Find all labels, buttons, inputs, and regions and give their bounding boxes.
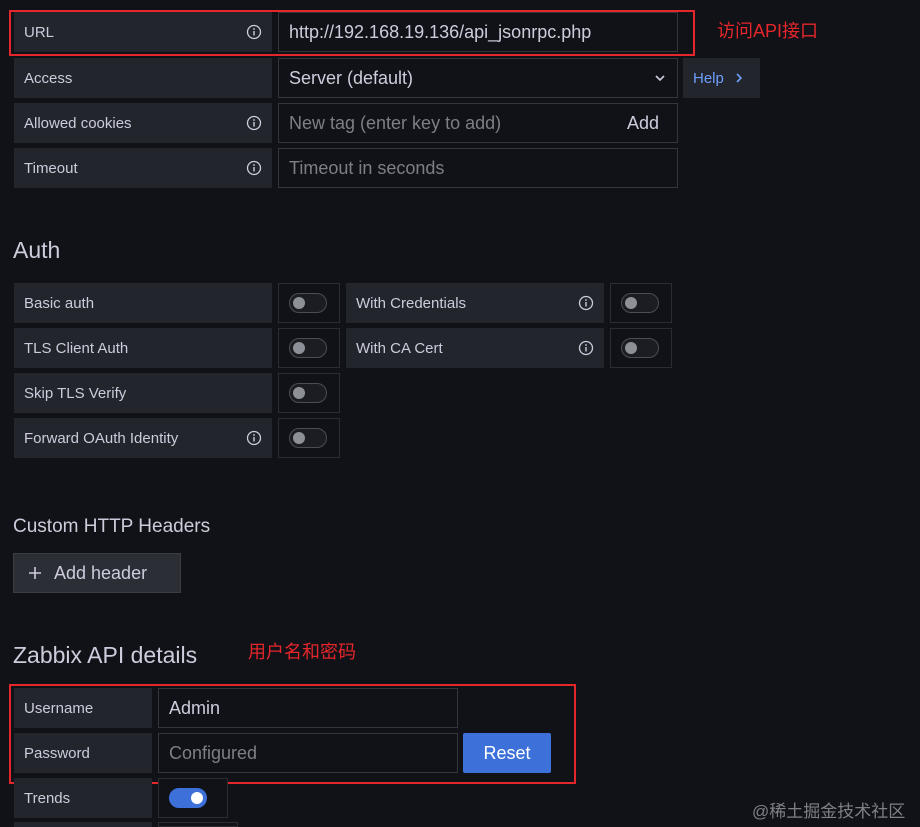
skip-tls-verify-toggle-container (278, 373, 340, 413)
custom-headers-heading: Custom HTTP Headers (13, 516, 211, 537)
info-icon[interactable] (578, 340, 594, 356)
with-ca-cert-toggle[interactable] (621, 338, 659, 358)
toggle-knob (293, 342, 305, 354)
zabbix-api-heading: Zabbix API details (13, 642, 198, 668)
trends-toggle-container (158, 778, 228, 818)
toggle-knob (191, 792, 203, 804)
allowed-cookies-label: Allowed cookies (14, 103, 272, 143)
timeout-label: Timeout (14, 148, 272, 188)
url-annotation: 访问API接口 (717, 21, 819, 41)
skip-tls-verify-label: Skip TLS Verify (14, 373, 272, 413)
url-highlight-box (9, 10, 695, 56)
info-icon[interactable] (578, 295, 594, 311)
toggle-knob (625, 342, 637, 354)
tls-client-auth-label: TLS Client Auth (14, 328, 272, 368)
next-row-field-partial (158, 822, 238, 827)
skip-tls-verify-toggle[interactable] (289, 383, 327, 403)
add-header-button[interactable]: Add header (13, 553, 181, 593)
credentials-annotation: 用户名和密码 (248, 642, 356, 662)
auth-heading: Auth (13, 237, 61, 263)
toggle-knob (625, 297, 637, 309)
chevron-right-icon (736, 73, 742, 83)
forward-oauth-toggle-container (278, 418, 340, 458)
forward-oauth-label: Forward OAuth Identity (14, 418, 272, 458)
toggle-knob (293, 432, 305, 444)
basic-auth-label: Basic auth (14, 283, 272, 323)
next-row-label-partial (14, 822, 152, 827)
allowed-cookies-input[interactable]: New tag (enter key to add) Add (278, 103, 678, 143)
trends-toggle[interactable] (169, 788, 207, 808)
access-label: Access (14, 58, 272, 98)
with-credentials-toggle-container (610, 283, 672, 323)
forward-oauth-toggle[interactable] (289, 428, 327, 448)
toggle-knob (293, 297, 305, 309)
info-icon[interactable] (246, 160, 262, 176)
credentials-highlight-box (9, 684, 576, 784)
tls-client-auth-toggle-container (278, 328, 340, 368)
with-credentials-toggle[interactable] (621, 293, 659, 313)
access-select[interactable]: Server (default) (278, 58, 678, 98)
with-ca-cert-toggle-container (610, 328, 672, 368)
toggle-knob (293, 387, 305, 399)
info-icon[interactable] (246, 430, 262, 446)
help-button[interactable]: Help (683, 58, 760, 98)
chevron-down-icon (655, 75, 665, 82)
tls-client-auth-toggle[interactable] (289, 338, 327, 358)
trends-label: Trends (14, 778, 152, 818)
with-credentials-label: With Credentials (346, 283, 604, 323)
basic-auth-toggle[interactable] (289, 293, 327, 313)
info-icon[interactable] (246, 115, 262, 131)
with-ca-cert-label: With CA Cert (346, 328, 604, 368)
watermark-text: @稀土掘金技术社区 (752, 802, 906, 821)
add-cookie-button[interactable]: Add (627, 113, 659, 134)
timeout-input[interactable]: Timeout in seconds (278, 148, 678, 188)
basic-auth-toggle-container (278, 283, 340, 323)
plus-icon (29, 567, 41, 579)
